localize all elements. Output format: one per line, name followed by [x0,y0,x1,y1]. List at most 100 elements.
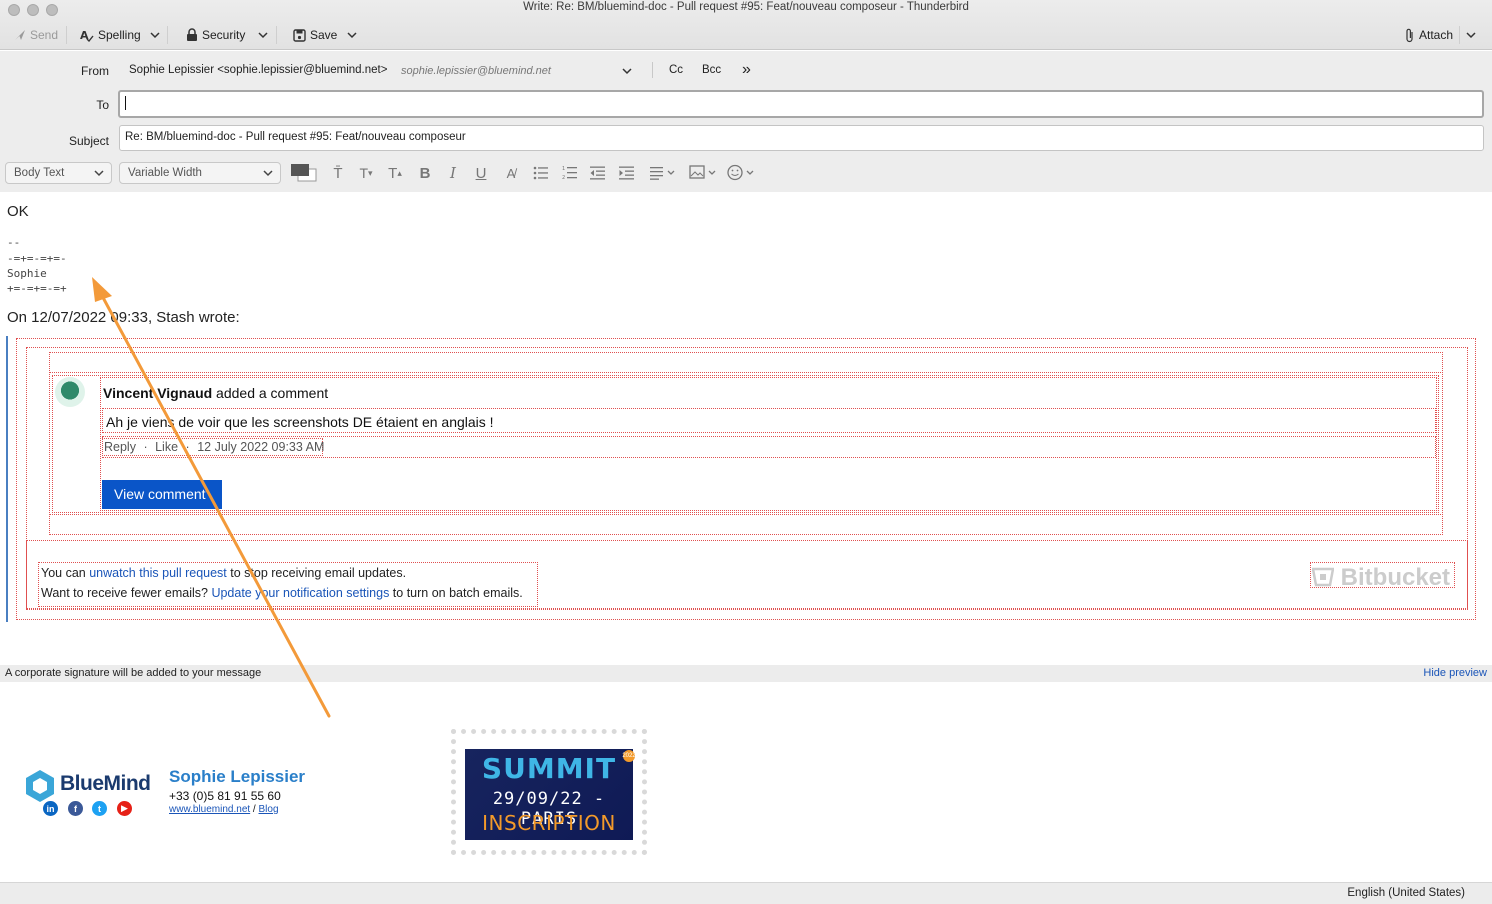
footer-settings-line: Want to receive fewer emails? Update you… [41,586,523,600]
reply-link[interactable]: Reply [104,440,136,454]
font-select[interactable]: Variable Width [119,162,281,184]
spelling-icon: A [80,29,94,42]
link-separator: / [250,804,259,815]
save-dropdown-icon[interactable] [345,27,359,43]
spelling-dropdown-icon[interactable] [148,27,162,43]
larger-font-icon[interactable]: T ▴ [385,165,405,182]
signature-name-large: Sophie Lepissier [169,767,306,786]
svg-text:2: 2 [562,175,565,180]
from-label: From [81,64,109,78]
bcc-button[interactable]: Bcc [702,64,721,76]
signature-line: -=+=-=+=- [7,252,67,265]
like-link[interactable]: Like [155,440,178,454]
to-field[interactable] [118,90,1484,118]
twitter-icon[interactable]: t [92,801,107,816]
linkedin-icon[interactable]: in [43,801,58,816]
unwatch-link[interactable]: unwatch this pull request [89,566,227,580]
spelling-label: Spelling [98,28,141,42]
chevron-down-icon [263,170,273,177]
youtube-icon[interactable]: ▶ [117,801,132,816]
signature-dashes: -- [7,236,21,249]
summit-banner[interactable]: SUMMIT 2022 29/09/22 - PARIS INSCRIPTION [451,729,647,855]
more-headers-icon[interactable]: » [742,61,751,79]
comment-author: Vincent Vignaud [103,385,213,401]
chevron-down-icon [94,170,104,177]
attach-button[interactable]: Attach [1405,26,1453,44]
font-value: Variable Width [128,167,202,179]
from-address: sophie.lepissier@bluemind.net [401,65,551,77]
save-label: Save [310,28,338,42]
toolbar-separator [167,26,168,44]
bullet-list-icon[interactable] [533,166,549,180]
font-size-reset-icon[interactable]: T̄ [328,165,348,182]
security-button[interactable]: Security [186,26,245,44]
bluemind-logo-icon [26,770,54,802]
hide-preview-link[interactable]: Hide preview [1423,667,1487,679]
toolbar-separator [276,26,277,44]
clear-formatting-icon[interactable]: A̸ [501,165,521,181]
signature-links: www.bluemind.net / Blog [169,804,279,815]
attach-dropdown-icon[interactable] [1464,27,1478,43]
status-bar: English (United States) [0,882,1492,904]
text-color-icon[interactable] [290,163,318,183]
comment-date: 12 July 2022 09:33 AM [197,440,325,454]
signature-name: Sophie [7,267,47,280]
italic-icon[interactable]: I [443,164,463,182]
send-label: Send [30,28,59,42]
summit-cta: INSCRIPTION [482,811,616,835]
reply-text: OK [7,203,29,220]
spelling-button[interactable]: A Spelling [80,26,141,44]
meta-separator: · [143,440,148,454]
bold-icon[interactable]: B [415,165,435,182]
lock-icon [187,28,197,41]
outdent-icon[interactable] [590,166,606,180]
save-icon [293,28,306,42]
comment-meta: Reply · Like · 12 July 2022 09:33 AM [104,440,324,454]
view-comment-button[interactable]: View comment [102,480,222,509]
svg-text:1: 1 [562,166,565,172]
send-button[interactable]: Send [14,26,58,44]
security-dropdown-icon[interactable] [256,27,270,43]
indent-icon[interactable] [619,166,635,180]
subject-label: Subject [68,134,109,148]
signature-notice-bar: A corporate signature will be added to y… [0,665,1492,682]
meta-separator: · [185,440,190,454]
notification-settings-link[interactable]: Update your notification settings [211,586,389,600]
window-title: Write: Re: BM/bluemind-doc - Pull reques… [523,1,969,13]
summit-title: SUMMIT [481,752,617,785]
avatar [55,377,85,407]
security-label: Security [202,28,246,42]
subject-field[interactable]: Re: BM/bluemind-doc - Pull request #95: … [119,125,1484,151]
signature-line: +=-=+=-=+ [7,282,67,295]
paperclip-icon [1406,28,1413,42]
summit-badge: 2022 [622,750,636,762]
save-button[interactable]: Save [293,26,337,44]
comment-text: Ah je viens de voir que les screenshots … [106,414,494,430]
bitbucket-icon [1311,567,1335,587]
signature-notice: A corporate signature will be added to y… [5,667,262,679]
footer-unwatch-line: You can unwatch this pull request to sto… [41,566,406,580]
underline-icon[interactable]: U [471,165,491,182]
language-indicator[interactable]: English (United States) [1347,887,1465,899]
emoji-icon[interactable] [727,164,757,181]
compose-window: Write: Re: BM/bluemind-doc - Pull reques… [0,0,1492,904]
toolbar-separator [66,26,67,44]
blog-link[interactable]: Blog [259,804,279,815]
bitbucket-label: Bitbucket [1340,564,1451,591]
facebook-icon[interactable]: f [68,801,83,816]
insert-image-icon[interactable] [689,165,719,180]
bluemind-brand: BlueMind [60,772,151,795]
from-dropdown-icon[interactable] [620,64,634,78]
cc-button[interactable]: Cc [669,64,683,76]
summit-banner-image: SUMMIT 2022 29/09/22 - PARIS INSCRIPTION [465,749,636,840]
align-menu-icon[interactable] [650,166,678,180]
send-icon [15,30,25,40]
bitbucket-logo: Bitbucket [1311,564,1451,592]
paragraph-style-select[interactable]: Body Text [5,162,112,184]
signature-phone: +33 (0)5 81 91 55 60 [169,789,281,803]
from-identity-select[interactable]: Sophie Lepissier <sophie.lepissier@bluem… [129,64,387,76]
smaller-font-icon[interactable]: T ▾ [356,165,376,181]
footer-text: You can [41,566,90,580]
website-link[interactable]: www.bluemind.net [169,804,250,815]
numbered-list-icon[interactable]: 12 [562,165,578,180]
